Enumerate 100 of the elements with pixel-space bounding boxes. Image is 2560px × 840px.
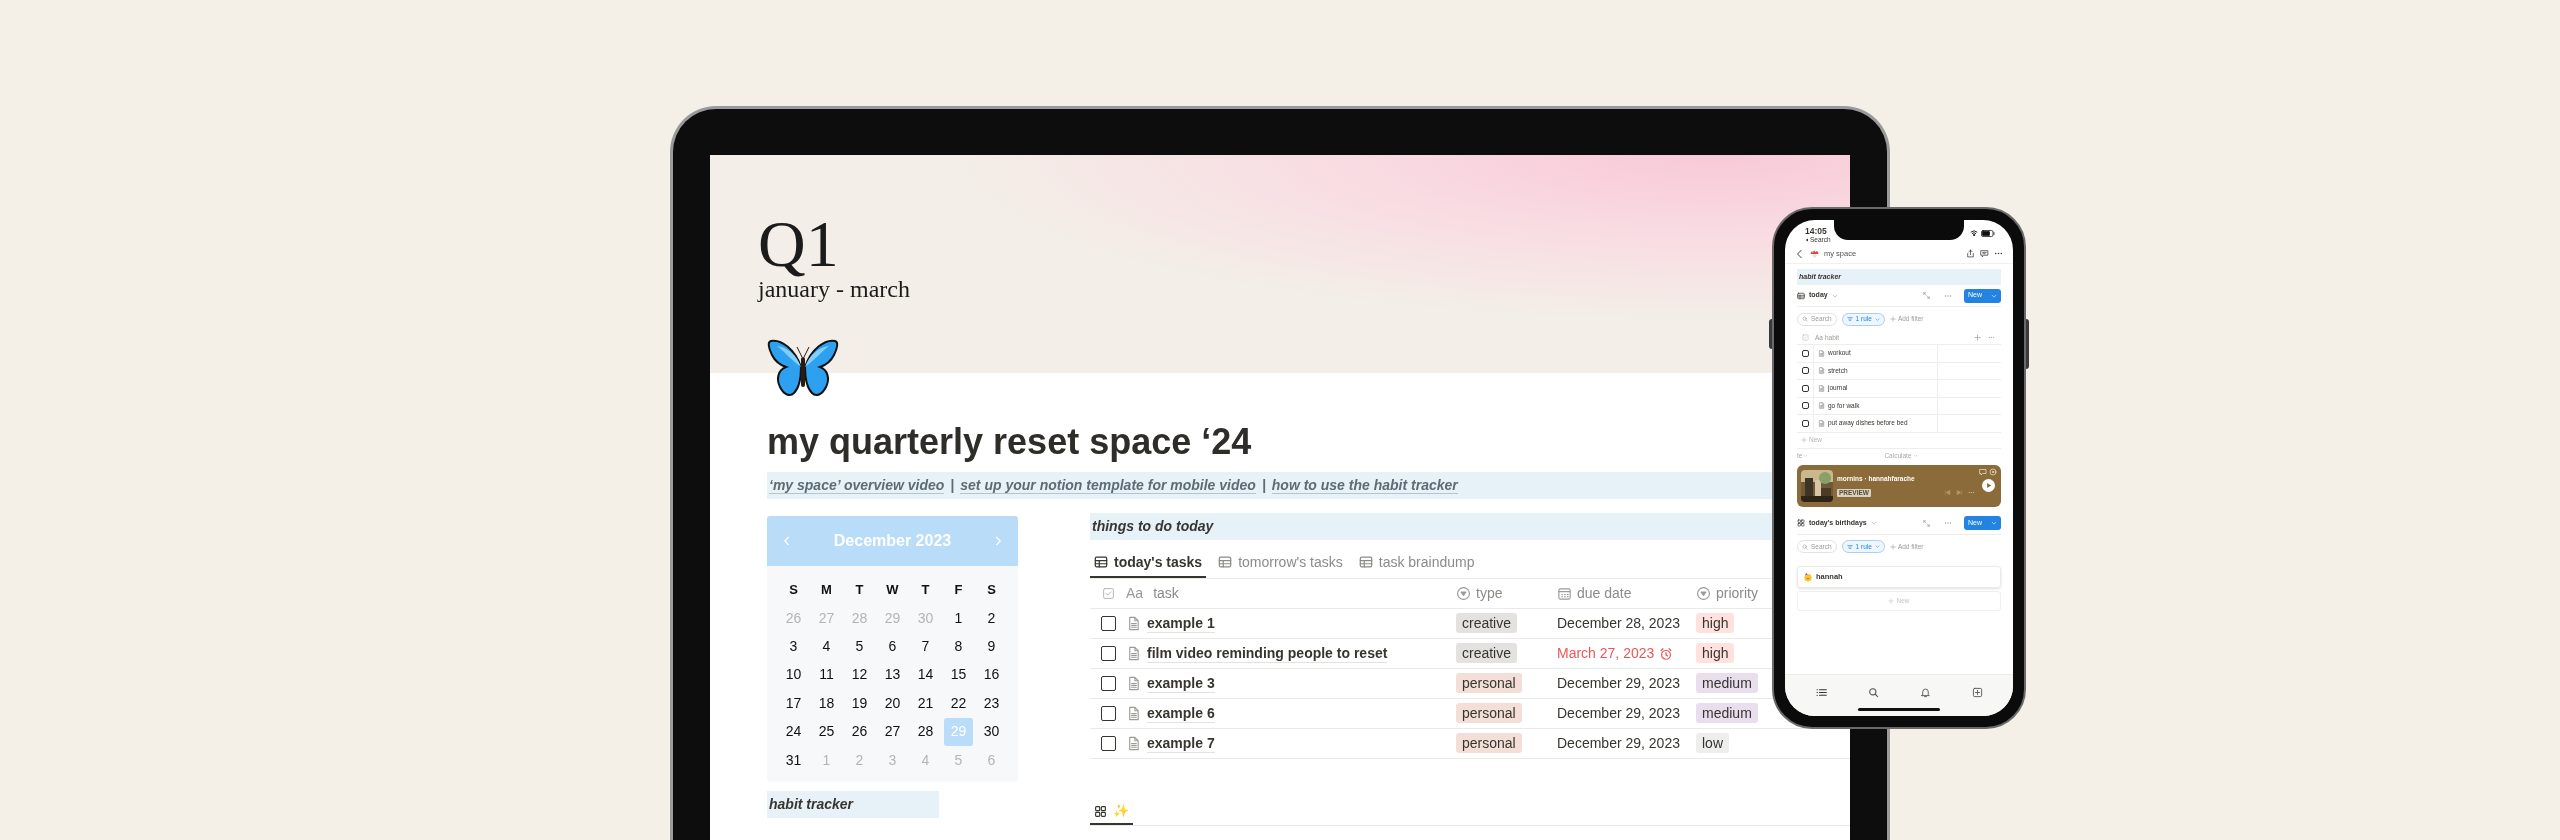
calendar-day[interactable]: 1	[944, 604, 973, 633]
view-tab[interactable]: today's tasks	[1090, 548, 1207, 578]
column-header: due date	[1577, 584, 1632, 603]
calendar-day[interactable]: 27	[878, 717, 907, 746]
chevron-down-icon	[1874, 316, 1880, 322]
share-icon	[1966, 249, 1975, 258]
calendar-day[interactable]: 22	[944, 689, 973, 718]
chevron-down-icon	[1874, 544, 1880, 549]
document-icon	[1126, 736, 1141, 751]
plus-icon	[1888, 597, 1895, 604]
calendar-day[interactable]: 31	[779, 746, 808, 775]
task-name[interactable]: film video reminding people to reset	[1147, 644, 1388, 663]
priority-tag: high	[1696, 643, 1735, 663]
calendar-day[interactable]: 6	[878, 632, 907, 661]
checkbox[interactable]	[1801, 367, 1809, 375]
document-icon	[1818, 419, 1825, 427]
calendar-day[interactable]: 9	[977, 632, 1006, 661]
weekday-label: F	[953, 581, 964, 600]
link[interactable]: set up your notion template for mobile video	[960, 477, 1256, 494]
weekday-label: S	[788, 581, 799, 600]
gallery-icon	[1797, 519, 1805, 527]
document-icon	[1126, 706, 1141, 721]
type-tag: personal	[1456, 703, 1522, 723]
more-icon	[1944, 519, 1952, 527]
task-name[interactable]: example 3	[1147, 674, 1215, 693]
priority-tag: medium	[1696, 703, 1758, 723]
calendar-day[interactable]: 30	[977, 717, 1006, 746]
calendar-day[interactable]: 25	[812, 717, 841, 746]
due-date: December 29, 2023	[1557, 704, 1680, 723]
type-tag: creative	[1456, 643, 1518, 663]
calendar-day[interactable]: 20	[878, 689, 907, 718]
link[interactable]: ‘my space’ overview video	[769, 477, 945, 494]
calendar-day[interactable]: 18	[812, 689, 841, 718]
calendar-day[interactable]: 24	[779, 717, 808, 746]
checkbox[interactable]	[1801, 402, 1809, 410]
calendar-day[interactable]: 12	[845, 660, 874, 689]
checkbox[interactable]	[1801, 384, 1809, 392]
calendar-day[interactable]: 21	[911, 689, 940, 718]
checkbox[interactable]	[1100, 706, 1116, 721]
checkbox[interactable]	[1100, 646, 1116, 661]
calendar-day[interactable]: 10	[779, 660, 808, 689]
chevron-down-icon	[1991, 292, 1997, 299]
gallery-icon	[1094, 804, 1107, 818]
task-name[interactable]: example 7	[1147, 734, 1215, 753]
checkbox[interactable]	[1801, 349, 1809, 357]
task-name[interactable]: example 1	[1147, 614, 1215, 633]
cover-title: Q1	[758, 213, 839, 275]
calendar-day[interactable]: 23	[977, 689, 1006, 718]
document-icon	[1818, 402, 1825, 410]
plus-icon	[1974, 334, 1981, 341]
chevron-down-icon	[1803, 453, 1809, 458]
document-icon	[1818, 367, 1825, 375]
chevron-down-icon	[1870, 520, 1877, 526]
column-header: type	[1476, 584, 1503, 603]
more-icon	[1988, 334, 1995, 341]
checkbox[interactable]	[1801, 419, 1809, 427]
priority-tag: medium	[1696, 673, 1758, 693]
view-tab[interactable]: tomorrow's tasks	[1214, 548, 1347, 578]
back-icon	[1795, 248, 1805, 259]
weekday-label: T	[920, 581, 931, 600]
calendar-day[interactable]: 2	[977, 604, 1006, 633]
separator-text: |	[1261, 476, 1266, 495]
calendar-icon	[1557, 586, 1572, 601]
plus-icon	[1801, 437, 1807, 443]
new-page-icon	[1971, 687, 1983, 698]
status-time: 14:05	[1805, 226, 1828, 236]
checkbox[interactable]	[1100, 736, 1116, 751]
calendar-day[interactable]: 26	[845, 717, 874, 746]
link[interactable]: how to use the habit tracker	[1271, 477, 1458, 494]
plus-icon	[1889, 316, 1896, 322]
back-arrow-icon	[1805, 237, 1809, 242]
battery-icon	[1981, 229, 1995, 237]
calendar-day[interactable]: 17	[779, 689, 808, 718]
calendar-day[interactable]: 7	[911, 632, 940, 661]
calendar-day[interactable]: 8	[944, 632, 973, 661]
wifi-icon	[1970, 229, 1978, 237]
calendar-day[interactable]: 16	[977, 660, 1006, 689]
dropdown-circle-icon	[1456, 586, 1471, 601]
alarm-clock-icon	[1659, 646, 1674, 661]
calendar-day[interactable]: 3	[779, 632, 808, 661]
view-tab[interactable]: task braindump	[1354, 548, 1479, 578]
due-date: December 29, 2023	[1557, 674, 1680, 693]
checkbox[interactable]	[1100, 616, 1116, 631]
checkbox[interactable]	[1100, 676, 1116, 691]
priority-tag: low	[1696, 733, 1729, 753]
calendar-day[interactable]: 15	[944, 660, 973, 689]
section-heading: habit tracker	[767, 791, 939, 819]
search-icon	[1802, 543, 1808, 550]
calendar-day[interactable]: 5	[845, 632, 874, 661]
calendar-day[interactable]: 13	[878, 660, 907, 689]
weekday-label: W	[885, 581, 900, 600]
calendar-day[interactable]: 19	[845, 689, 874, 718]
due-date: December 29, 2023	[1557, 734, 1680, 753]
task-name[interactable]: example 6	[1147, 704, 1215, 723]
calendar-day[interactable]: 11	[812, 660, 841, 689]
calendar-day[interactable]: 4	[812, 632, 841, 661]
disc-icon	[1989, 467, 1997, 476]
search-icon	[1867, 687, 1879, 698]
calendar-day[interactable]: 28	[911, 717, 940, 746]
calendar-day[interactable]: 14	[911, 660, 940, 689]
